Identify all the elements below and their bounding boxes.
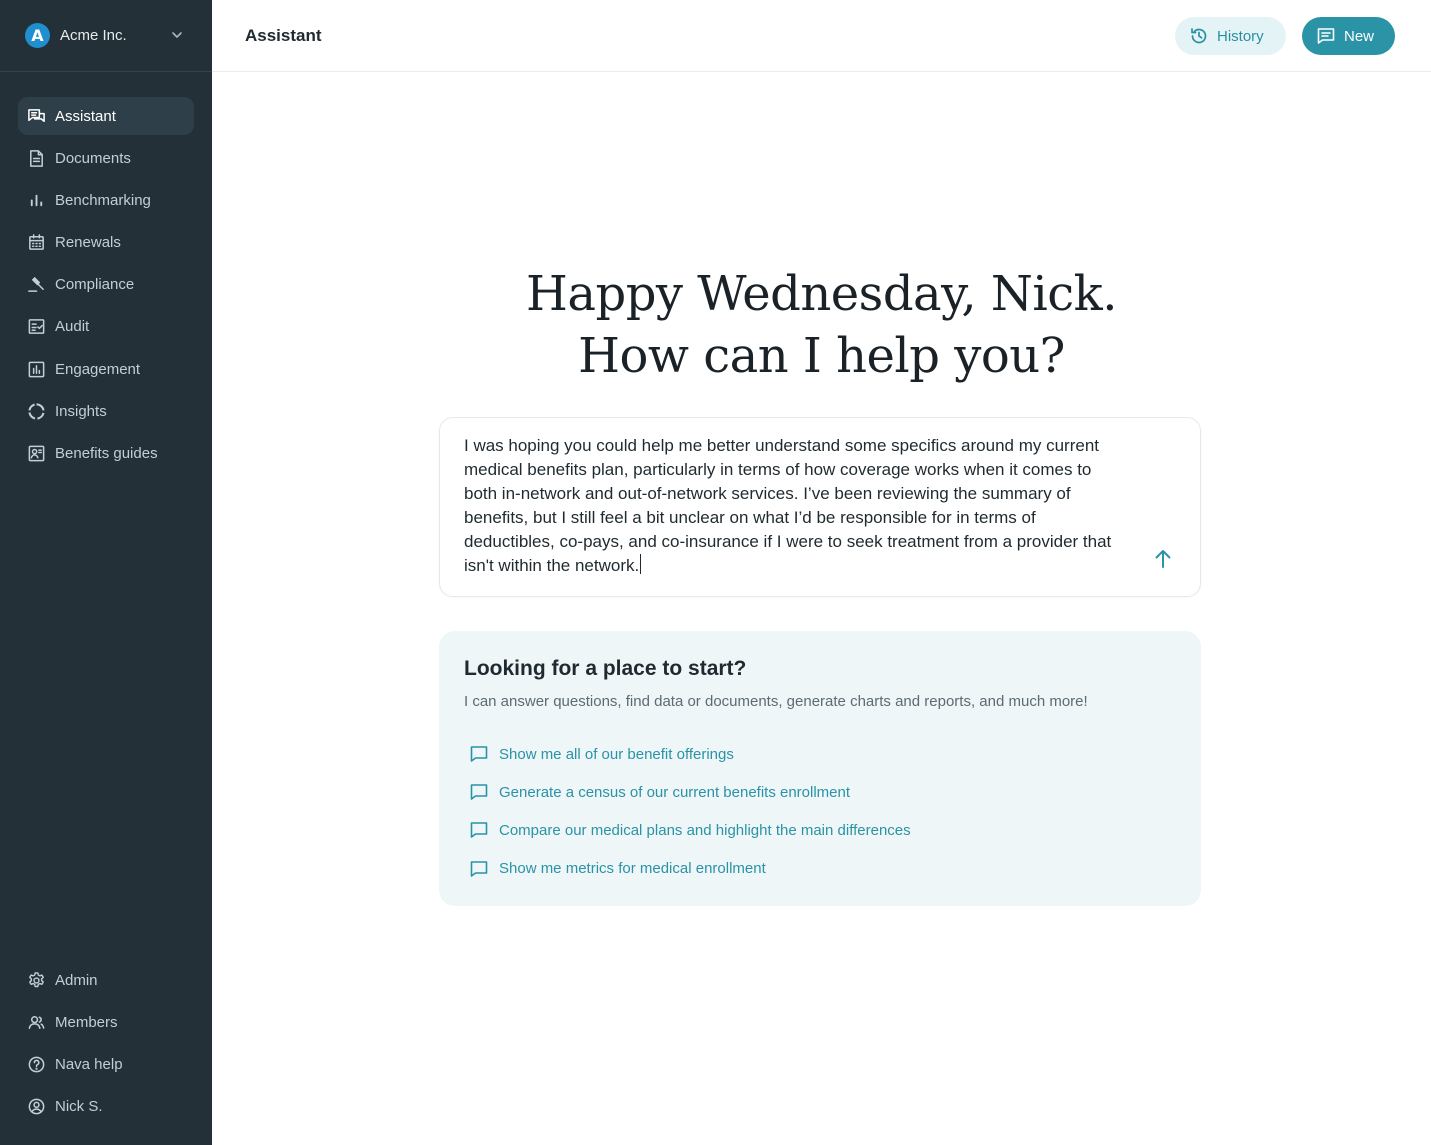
new-chat-button-label: New <box>1344 27 1375 45</box>
sidebar-item-members[interactable]: Members <box>18 1003 194 1041</box>
chevron-down-icon[interactable] <box>170 28 184 42</box>
users-icon <box>26 1012 46 1032</box>
send-arrow-icon[interactable] <box>1152 548 1174 570</box>
sidebar-item-insights[interactable]: Insights <box>18 392 194 430</box>
chat-bubble-icon <box>470 746 488 762</box>
sidebar-item-label: Renewals <box>55 234 121 252</box>
suggestion-item[interactable]: Show me all of our benefit offerings <box>469 735 911 773</box>
gear-icon <box>26 970 46 990</box>
chat-bubble-icon <box>470 860 488 877</box>
suggestion-item[interactable]: Generate a census of our current benefit… <box>469 773 911 811</box>
sidebar-bottom-nav: Admin Members Nava help Nick S. <box>0 961 212 1130</box>
new-chat-icon <box>1317 28 1335 44</box>
greeting-line-1: Happy Wednesday, Nick. <box>526 266 1118 322</box>
sidebar-item-benchmarking[interactable]: Benchmarking <box>18 181 194 219</box>
sidebar-item-label: Documents <box>55 149 131 167</box>
sidebar-item-renewals[interactable]: Renewals <box>18 224 194 262</box>
sidebar-item-label: Insights <box>55 402 107 420</box>
history-icon <box>1191 28 1207 44</box>
org-name: Acme Inc. <box>60 27 127 44</box>
sidebar: A Acme Inc. Assistant Documents Benchmar… <box>0 0 212 1145</box>
starter-title: Looking for a place to start? <box>464 657 747 680</box>
org-logo: A <box>25 23 50 48</box>
bar-chart-icon <box>26 190 46 210</box>
sidebar-item-label: Benefits guides <box>55 445 158 462</box>
suggestion-label: Show me metrics for medical enrollment <box>499 860 766 878</box>
org-switcher[interactable]: A Acme Inc. <box>0 0 212 72</box>
message-composer[interactable]: I was hoping you could help me better un… <box>439 417 1201 597</box>
history-button[interactable]: History <box>1175 17 1286 55</box>
sidebar-item-benefits-guides[interactable]: Benefits guides <box>18 435 194 473</box>
sidebar-item-label: Nava help <box>55 1056 123 1074</box>
text-caret <box>640 554 642 574</box>
gavel-icon <box>26 275 46 295</box>
history-button-label: History <box>1217 27 1264 45</box>
sidebar-item-help[interactable]: Nava help <box>18 1046 194 1084</box>
suggestion-list: Show me all of our benefit offerings Gen… <box>469 735 911 888</box>
sidebar-item-label: Audit <box>55 318 90 336</box>
document-icon <box>26 148 46 168</box>
presentation-icon <box>26 444 46 464</box>
starter-panel: Looking for a place to start? I can answ… <box>439 631 1201 906</box>
calendar-icon <box>26 233 46 253</box>
sidebar-item-label: Compliance <box>55 276 135 294</box>
message-input[interactable]: I was hoping you could help me better un… <box>464 434 1114 578</box>
sidebar-item-engagement[interactable]: Engagement <box>18 350 194 388</box>
sidebar-item-compliance[interactable]: Compliance <box>18 266 194 304</box>
new-chat-button[interactable]: New <box>1302 17 1395 55</box>
suggestion-item[interactable]: Compare our medical plans and highlight … <box>469 811 911 849</box>
suggestion-label: Show me all of our benefit offerings <box>499 745 734 763</box>
top-bar: Assistant History New <box>212 0 1431 72</box>
sidebar-item-documents[interactable]: Documents <box>18 139 194 177</box>
sidebar-item-assistant[interactable]: Assistant <box>18 97 194 135</box>
greeting: Happy Wednesday, Nick. How can I help yo… <box>212 263 1431 387</box>
sidebar-item-profile[interactable]: Nick S. <box>18 1088 194 1126</box>
help-circle-icon <box>26 1055 46 1075</box>
sidebar-item-label: Engagement <box>55 360 141 378</box>
chat-bubbles-icon <box>26 106 46 126</box>
suggestion-label: Compare our medical plans and highlight … <box>499 821 911 839</box>
sidebar-nav: Assistant Documents Benchmarking Renewal… <box>0 72 212 473</box>
chart-box-icon <box>26 359 46 379</box>
sidebar-item-label: Admin <box>55 971 98 989</box>
sidebar-item-label: Benchmarking <box>55 191 151 209</box>
sidebar-item-audit[interactable]: Audit <box>18 308 194 346</box>
chat-bubble-icon <box>470 784 488 801</box>
suggestion-item[interactable]: Show me metrics for medical enrollment <box>469 850 911 888</box>
sidebar-item-admin[interactable]: Admin <box>18 961 194 999</box>
sidebar-item-label: Assistant <box>55 107 116 125</box>
message-input-value: I was hoping you could help me better un… <box>464 436 1112 575</box>
greeting-line-2: How can I help you? <box>578 328 1065 384</box>
starter-subtitle: I can answer questions, find data or doc… <box>464 693 1088 710</box>
page-title: Assistant <box>245 25 322 45</box>
user-circle-icon <box>26 1097 46 1117</box>
sidebar-item-label: Nick S. <box>55 1098 103 1116</box>
checklist-icon <box>26 317 46 337</box>
sidebar-item-label: Members <box>55 1013 118 1031</box>
chat-bubble-icon <box>470 822 488 839</box>
suggestion-label: Generate a census of our current benefit… <box>499 783 851 801</box>
donut-icon <box>26 401 46 421</box>
